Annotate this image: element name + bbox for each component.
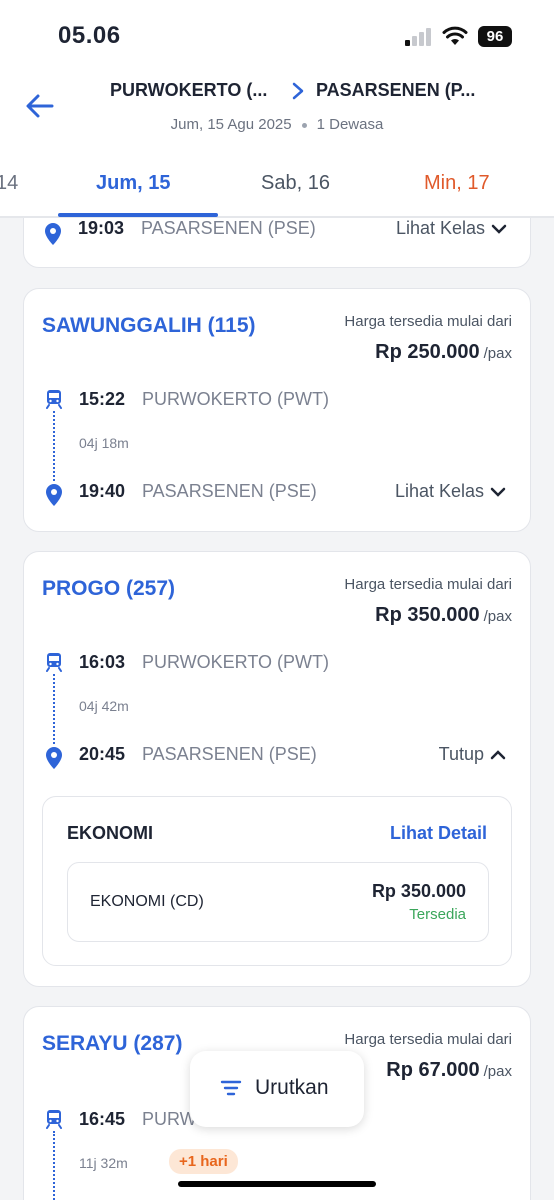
availability-status: Tersedia	[409, 906, 466, 923]
train-name: SERAYU (287)	[42, 1032, 183, 1055]
top-bar: 05.06 96 PURWOKERTO (... PASARSENEN (P..…	[0, 0, 554, 218]
train-card-progo[interactable]: PROGO (257) Harga tersedia mulai dari Rp…	[23, 551, 531, 987]
train-price: Rp 350.000/pax	[375, 604, 512, 627]
train-price: Rp 67.000/pax	[386, 1059, 512, 1082]
chevron-up-icon	[490, 750, 506, 760]
per-pax-label: /pax	[483, 345, 512, 362]
train-icon	[46, 653, 62, 672]
wifi-icon	[442, 26, 468, 45]
arrival-time: 19:03	[78, 218, 125, 238]
per-pax-label: /pax	[483, 608, 512, 625]
train-name: SAWUNGGALIH (115)	[42, 314, 256, 337]
train-icon	[46, 1110, 62, 1129]
show-class-label: Lihat Kelas	[394, 481, 484, 501]
arrival-time: 20:45	[79, 744, 126, 764]
arrival-station: PASARSENEN (PSE)	[142, 481, 317, 501]
trip-duration: 04j 18m	[79, 435, 129, 451]
next-day-badge: +1 hari	[169, 1149, 238, 1174]
class-title: EKONOMI	[67, 823, 154, 843]
arrival-time: 19:40	[79, 481, 126, 501]
sort-label: Urutkan	[255, 1076, 329, 1099]
chevron-right-icon	[292, 82, 304, 100]
tab-date-14[interactable]: 14	[0, 172, 18, 195]
class-price: Rp 350.000	[371, 881, 466, 901]
filter-lines-icon	[220, 1080, 242, 1096]
price-value: Rp 350.000	[375, 604, 480, 626]
departure-station: PURW	[142, 1109, 197, 1129]
trip-date: Jum, 15 Agu 2025	[170, 116, 292, 133]
class-option-ekonomi-cd[interactable]: EKONOMI (CD) Rp 350.000 Tersedia	[67, 862, 489, 942]
show-class-label: Lihat Kelas	[395, 218, 485, 238]
close-label: Tutup	[438, 744, 484, 764]
sort-button[interactable]: Urutkan	[190, 1051, 364, 1127]
tab-date-16[interactable]: Sab, 16	[261, 172, 330, 195]
arrival-station: PASARSENEN (PSE)	[142, 744, 317, 764]
departure-station: PURWOKERTO (PWT)	[142, 652, 330, 672]
price-from-label: Harga tersedia mulai dari	[344, 313, 512, 330]
departure-station: PURWOKERTO (PWT)	[142, 389, 330, 409]
passenger-count: 1 Dewasa	[316, 116, 384, 133]
partial-card-content: 19:03 PASARSENEN (PSE) Lihat Kelas	[23, 218, 531, 268]
price-from-label: Harga tersedia mulai dari	[344, 1031, 512, 1048]
price-from-label: Harga tersedia mulai dari	[344, 576, 512, 593]
train-price: Rp 250.000/pax	[375, 341, 512, 364]
departure-time: 16:45	[79, 1109, 126, 1129]
chevron-down-icon	[490, 488, 506, 498]
class-name: EKONOMI (CD)	[90, 893, 204, 910]
train-name: PROGO (257)	[42, 577, 176, 600]
trip-duration: 11j 32m	[79, 1155, 128, 1171]
location-pin-icon	[46, 484, 62, 506]
departure-time: 16:03	[79, 652, 126, 672]
date-tabs: 14 Jum, 15 Sab, 16 Min, 17	[0, 158, 554, 218]
tab-date-15[interactable]: Jum, 15	[96, 172, 170, 195]
departure-time: 15:22	[79, 389, 126, 409]
route-dotted-line	[53, 674, 55, 744]
train-card-sawunggalih[interactable]: SAWUNGGALIH (115) Harga tersedia mulai d…	[23, 288, 531, 532]
home-indicator	[178, 1181, 376, 1187]
route-title: PURWOKERTO (... PASARSENEN (P...	[70, 80, 520, 104]
view-detail-link[interactable]: Lihat Detail	[390, 823, 487, 844]
origin-station: PURWOKERTO (...	[110, 80, 268, 100]
price-value: Rp 67.000	[386, 1059, 480, 1081]
route-dotted-line	[53, 1131, 55, 1200]
trip-summary: Jum, 15 Agu 2025 1 Dewasa	[0, 116, 554, 133]
show-class-toggle[interactable]: Lihat Kelas	[395, 481, 506, 502]
chevron-down-icon	[491, 225, 507, 235]
close-class-toggle[interactable]: Tutup	[439, 744, 506, 765]
battery-indicator: 96	[478, 26, 512, 47]
location-pin-icon	[45, 223, 61, 245]
location-pin-icon	[46, 747, 62, 769]
arrival-station: PASARSENEN (PSE)	[141, 218, 316, 238]
per-pax-label: /pax	[483, 1063, 512, 1080]
cellular-signal-icon	[405, 28, 435, 46]
active-tab-indicator	[58, 213, 218, 217]
train-icon	[46, 390, 62, 409]
show-class-toggle[interactable]: Lihat Kelas	[396, 218, 507, 239]
price-value: Rp 250.000	[375, 341, 480, 363]
separator-dot	[301, 122, 307, 128]
destination-station: PASARSENEN (P...	[316, 80, 476, 100]
class-list: EKONOMI Lihat Detail EKONOMI (CD) Rp 350…	[42, 796, 512, 966]
route-dotted-line	[53, 411, 55, 481]
tab-date-17[interactable]: Min, 17	[424, 172, 490, 195]
trip-duration: 04j 42m	[79, 698, 129, 714]
status-time: 05.06	[58, 22, 121, 49]
